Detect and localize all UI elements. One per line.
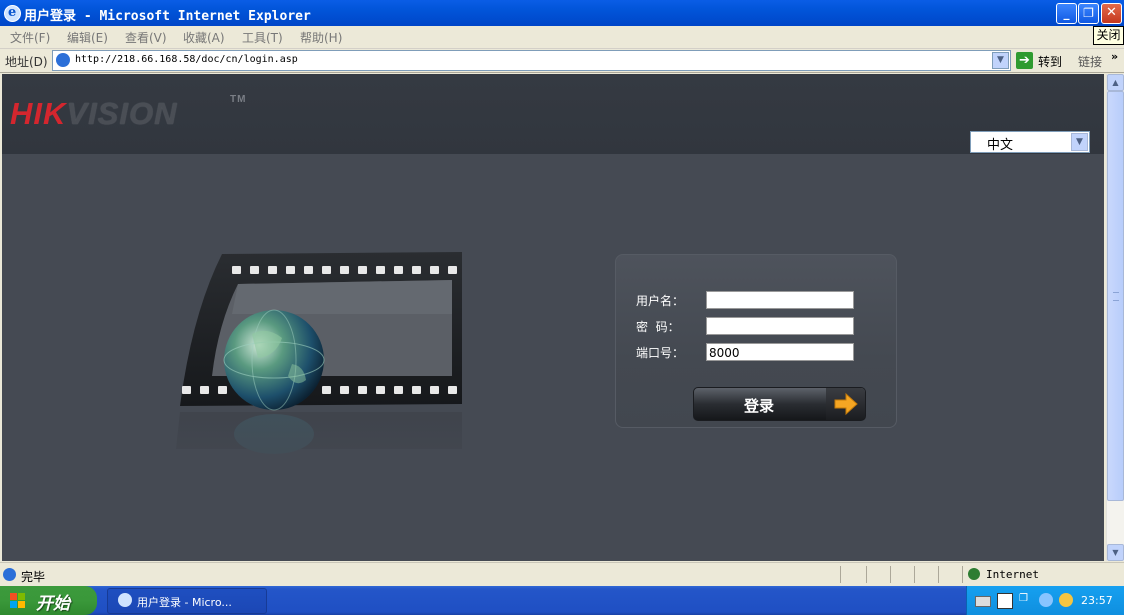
password-input[interactable] — [706, 317, 854, 335]
port-input[interactable]: 8000 — [706, 343, 854, 361]
language-select-value: 中文 — [987, 138, 1014, 153]
status-divider — [914, 566, 915, 583]
logo-red-part: HIK — [10, 96, 67, 131]
taskbar: 开始 用户登录 - Micro... ❐ 23:57 — [0, 586, 1124, 615]
minimize-button[interactable]: _ — [1056, 3, 1077, 24]
status-divider — [890, 566, 891, 583]
taskbar-item-ie[interactable]: 用户登录 - Micro... — [107, 588, 267, 614]
security-zone: Internet — [968, 568, 1039, 581]
hikvision-logo: HIKVISION TM — [10, 94, 245, 132]
network-icon[interactable] — [1039, 593, 1053, 607]
status-divider — [938, 566, 939, 583]
start-label: 开始 — [36, 594, 70, 614]
menu-file[interactable]: 文件(F) — [10, 29, 50, 46]
links-button[interactable]: 链接 — [1078, 53, 1102, 70]
status-divider — [962, 566, 963, 583]
logo-gray-part: VISION — [66, 96, 178, 131]
system-tray: ❐ 23:57 — [966, 586, 1124, 615]
help-icon[interactable] — [997, 593, 1013, 609]
menu-bar: 文件(F) 编辑(E) 查看(V) 收藏(A) 工具(T) 帮助(H) — [0, 26, 1124, 49]
address-dropdown-icon[interactable]: ▼ — [992, 52, 1009, 69]
username-input[interactable] — [706, 291, 854, 309]
clock: 23:57 — [1081, 594, 1113, 607]
start-button[interactable]: 开始 — [0, 586, 97, 615]
menu-edit[interactable]: 编辑(E) — [67, 29, 108, 46]
ie-icon — [118, 593, 132, 607]
port-label: 端口号： — [636, 346, 685, 360]
language-select[interactable]: 中文 ▼ — [970, 131, 1090, 153]
page-icon — [56, 53, 70, 67]
scroll-down-icon[interactable]: ▼ — [1107, 544, 1124, 561]
scrollbar-thumb[interactable] — [1107, 91, 1124, 501]
close-tooltip: 关闭 — [1093, 26, 1124, 45]
window-icon[interactable]: ❐ — [1019, 593, 1033, 607]
close-button[interactable]: ✕ — [1101, 3, 1122, 24]
chevron-right-icon[interactable]: » — [1111, 50, 1118, 63]
address-label: 地址(D) — [5, 55, 48, 69]
taskbar-item-title: 用户登录 - Micro... — [137, 596, 232, 609]
status-divider — [866, 566, 867, 583]
restore-button[interactable]: ❐ — [1078, 3, 1099, 24]
grip-icon — [1113, 292, 1119, 301]
vertical-scrollbar[interactable]: ▲ ▼ — [1106, 74, 1124, 561]
globe-icon — [968, 568, 980, 580]
logo-trademark: TM — [230, 94, 247, 105]
scroll-up-icon[interactable]: ▲ — [1107, 74, 1124, 91]
password-label: 密 码： — [636, 320, 680, 334]
menu-help[interactable]: 帮助(H) — [300, 29, 342, 46]
page-status-icon — [3, 568, 16, 581]
security-icon[interactable] — [1059, 593, 1073, 607]
ie-logo-icon: e — [4, 5, 21, 22]
go-button[interactable]: 转到 — [1038, 53, 1062, 70]
address-field[interactable]: http://218.66.168.58/doc/cn/login.asp ▼ — [52, 50, 1011, 71]
status-divider — [840, 566, 841, 583]
keyboard-icon[interactable] — [975, 596, 991, 607]
page-header: HIKVISION TM 中文 ▼ — [2, 74, 1104, 154]
address-url[interactable]: http://218.66.168.58/doc/cn/login.asp — [75, 54, 298, 65]
go-arrow-icon[interactable]: ➔ — [1016, 52, 1033, 69]
menu-view[interactable]: 查看(V) — [125, 29, 167, 46]
zone-label: Internet — [986, 568, 1039, 581]
film-globe-illustration — [152, 252, 472, 504]
status-text: 完毕 — [21, 570, 46, 584]
window-title: 用户登录 - Microsoft Internet Explorer — [24, 9, 311, 24]
address-bar: 地址(D) http://218.66.168.58/doc/cn/login.… — [0, 49, 1124, 73]
login-button[interactable]: 登录 — [693, 387, 866, 421]
menu-tools[interactable]: 工具(T) — [242, 29, 283, 46]
chevron-down-icon[interactable]: ▼ — [1071, 133, 1088, 151]
menu-favorites[interactable]: 收藏(A) — [183, 29, 225, 46]
windows-logo-icon — [10, 593, 25, 608]
title-bar: e 用户登录 - Microsoft Internet Explorer _ ❐… — [0, 0, 1124, 26]
status-bar: 完毕 Internet — [0, 562, 1124, 586]
page-viewport: HIKVISION TM 中文 ▼ 用户名： 密 码： 端口号： 8000 登录 — [2, 74, 1104, 561]
login-button-label: 登录 — [743, 397, 774, 415]
arrow-right-icon — [826, 388, 865, 420]
username-label: 用户名： — [636, 294, 685, 308]
login-panel: 用户名： 密 码： 端口号： 8000 登录 — [615, 254, 897, 428]
